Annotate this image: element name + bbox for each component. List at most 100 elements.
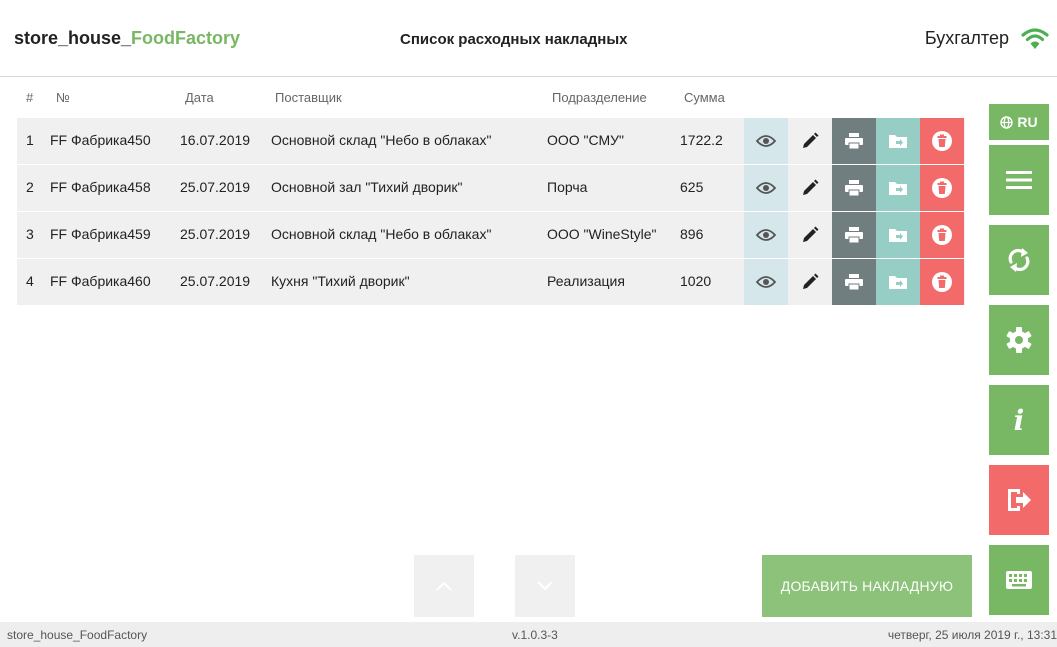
- row-supplier: Основной склад "Небо в облаках": [271, 226, 492, 242]
- app-header: store_house_FoodFactory Список расходных…: [0, 0, 1057, 77]
- footer-version: v.1.0.3-3: [512, 628, 558, 642]
- table-row[interactable]: 1 FF Фабрика450 16.07.2019 Основной скла…: [17, 118, 965, 165]
- logout-button[interactable]: [989, 465, 1049, 535]
- language-button[interactable]: RU: [989, 104, 1049, 140]
- print-button[interactable]: [832, 259, 876, 305]
- row-supplier: Основной зал "Тихий дворик": [271, 179, 463, 195]
- row-index: 3: [26, 226, 34, 242]
- export-button[interactable]: [876, 212, 920, 258]
- print-button[interactable]: [832, 212, 876, 258]
- invoice-table: # № Дата Поставщик Подразделение Сумма 1…: [17, 82, 965, 306]
- printer-icon: [845, 133, 863, 150]
- edit-button[interactable]: [788, 212, 832, 258]
- row-sum: 1722.2: [680, 132, 723, 148]
- pencil-icon: [803, 273, 819, 289]
- table-row[interactable]: 2 FF Фабрика458 25.07.2019 Основной зал …: [17, 165, 965, 212]
- printer-icon: [845, 227, 863, 244]
- add-invoice-button[interactable]: ДОБАВИТЬ НАКЛАДНУЮ: [762, 555, 972, 617]
- status-bar: store_house_FoodFactory v.1.0.3-3 четвер…: [0, 622, 1057, 647]
- info-button[interactable]: i: [989, 385, 1049, 455]
- pencil-icon: [803, 132, 819, 148]
- row-supplier: Кухня "Тихий дворик": [271, 273, 410, 289]
- edit-button[interactable]: [788, 259, 832, 305]
- edit-button[interactable]: [788, 165, 832, 211]
- row-index: 1: [26, 132, 34, 148]
- folder-export-icon: [889, 182, 907, 195]
- delete-button[interactable]: [920, 118, 964, 164]
- row-index: 2: [26, 179, 34, 195]
- print-button[interactable]: [832, 118, 876, 164]
- gear-icon: [1006, 327, 1032, 353]
- folder-export-icon: [889, 135, 907, 148]
- menu-button[interactable]: [989, 145, 1049, 215]
- keyboard-icon: [1006, 571, 1032, 589]
- row-number: FF Фабрика450: [50, 132, 151, 148]
- eye-icon: [756, 182, 776, 194]
- export-button[interactable]: [876, 118, 920, 164]
- row-number: FF Фабрика458: [50, 179, 151, 195]
- refresh-icon: [1008, 248, 1030, 272]
- row-sum: 1020: [680, 273, 712, 289]
- table-row[interactable]: 4 FF Фабрика460 25.07.2019 Кухня "Тихий …: [17, 259, 965, 306]
- settings-button[interactable]: [989, 305, 1049, 375]
- chevron-up-icon: [436, 581, 452, 591]
- trash-icon: [932, 178, 952, 198]
- column-header-date: Дата: [185, 90, 214, 105]
- wifi-icon: [1021, 28, 1049, 49]
- row-department: ООО "WineStyle": [547, 226, 657, 242]
- user-role[interactable]: Бухгалтер: [925, 28, 1009, 49]
- row-number: FF Фабрика460: [50, 273, 151, 289]
- table-header: # № Дата Поставщик Подразделение Сумма: [17, 82, 965, 118]
- column-header-number: №: [56, 90, 70, 105]
- column-header-department: Подразделение: [552, 90, 647, 105]
- column-header-sum: Сумма: [684, 90, 725, 105]
- row-department: ООО "СМУ": [547, 132, 625, 148]
- row-sum: 896: [680, 226, 704, 242]
- info-icon: i: [1013, 403, 1025, 437]
- row-supplier: Основной склад "Небо в облаках": [271, 132, 492, 148]
- pencil-icon: [803, 179, 819, 195]
- eye-icon: [756, 135, 776, 147]
- brand-accent: FoodFactory: [131, 28, 241, 48]
- eye-icon: [756, 276, 776, 288]
- language-label: RU: [1017, 114, 1038, 130]
- row-date: 25.07.2019: [180, 226, 251, 242]
- footer-app-name: store_house_FoodFactory: [7, 628, 148, 642]
- scroll-down-button[interactable]: [515, 555, 575, 617]
- folder-export-icon: [889, 276, 907, 289]
- pencil-icon: [803, 226, 819, 242]
- page-title: Список расходных накладных: [400, 31, 628, 48]
- delete-button[interactable]: [920, 165, 964, 211]
- logout-icon: [1008, 489, 1031, 511]
- row-date: 25.07.2019: [180, 273, 251, 289]
- edit-button[interactable]: [788, 118, 832, 164]
- print-button[interactable]: [832, 165, 876, 211]
- export-button[interactable]: [876, 259, 920, 305]
- row-department: Порча: [547, 179, 588, 195]
- table-row[interactable]: 3 FF Фабрика459 25.07.2019 Основной скла…: [17, 212, 965, 259]
- menu-icon: [1006, 171, 1032, 189]
- keyboard-button[interactable]: [989, 545, 1049, 615]
- delete-button[interactable]: [920, 259, 964, 305]
- view-button[interactable]: [744, 259, 788, 305]
- footer-datetime: четверг, 25 июля 2019 г., 13:31: [887, 628, 1057, 642]
- view-button[interactable]: [744, 118, 788, 164]
- export-button[interactable]: [876, 165, 920, 211]
- folder-export-icon: [889, 229, 907, 242]
- view-button[interactable]: [744, 212, 788, 258]
- refresh-button[interactable]: [989, 225, 1049, 295]
- view-button[interactable]: [744, 165, 788, 211]
- column-header-index: #: [26, 90, 34, 105]
- scroll-up-button[interactable]: [414, 555, 474, 617]
- printer-icon: [845, 180, 863, 197]
- printer-icon: [845, 274, 863, 291]
- row-department: Реализация: [547, 273, 625, 289]
- row-number: FF Фабрика459: [50, 226, 151, 242]
- trash-icon: [932, 131, 952, 151]
- delete-button[interactable]: [920, 212, 964, 258]
- row-sum: 625: [680, 179, 704, 195]
- brand-main: store_house_: [14, 28, 132, 48]
- app-brand: store_house_FoodFactory: [14, 28, 240, 49]
- chevron-down-icon: [537, 581, 553, 591]
- row-date: 25.07.2019: [180, 179, 251, 195]
